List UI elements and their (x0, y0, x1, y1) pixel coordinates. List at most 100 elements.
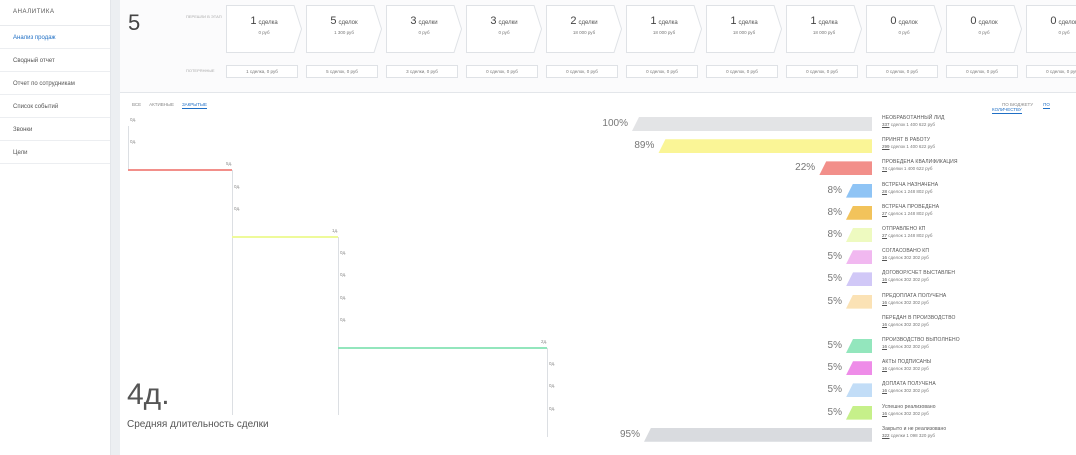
sidebar: АНАЛИТИКА Анализ продаж Сводный отчет Отче… (0, 0, 111, 455)
stage-duration: 0д. (340, 294, 347, 300)
funnel-percent: 5% (827, 384, 842, 396)
funnel-bar (632, 117, 872, 131)
stage-deals-info: 16 сделок 302 302 руб (882, 366, 982, 371)
funnel-stage-legend[interactable]: ВСТРЕЧА ПРОВЕДЕНА 27 сделок 1 248 802 руб (882, 204, 982, 216)
stage-deals-sum: сделок 302 302 руб (888, 277, 929, 283)
stage-deals-sum: сделок 302 302 руб (888, 366, 929, 372)
funnel-stage-legend[interactable]: ПРИНЯТ В РАБОТУ 299 сделок 1 400 622 руб (882, 137, 982, 149)
stage-deals-link[interactable]: 27 (882, 233, 887, 238)
stage-tick (338, 281, 339, 304)
stage-deals-link[interactable]: 16 (882, 322, 887, 327)
stage-deals-info: 16 сделок 302 302 руб (882, 277, 982, 282)
funnel-bar (846, 183, 872, 198)
stage-deals-info: 322 сделки 1 098 320 руб (882, 433, 982, 438)
sidebar-item[interactable]: Сводный отчет (0, 49, 110, 72)
stage-deals-info: 16 сделок 302 302 руб (882, 300, 982, 305)
stage-deals-sum: сделок 1 248 802 руб (888, 233, 933, 238)
funnel-bar (846, 250, 872, 265)
sidebar-item[interactable]: Список событий (0, 95, 110, 118)
funnel-stage-legend[interactable]: Успешно реализовано 16 сделок 302 302 руб (882, 404, 982, 416)
stage-deals-info: 16 сделок 302 302 руб (882, 255, 982, 260)
sidebar-item[interactable]: Цели (0, 141, 110, 164)
stage-name: ДОПЛАТА ПОЛУЧЕНА (882, 381, 936, 388)
funnel-chart: 0д. 100% НЕОБРАБОТАННЫЙ ЛИД 337 сделок 1 40… (120, 0, 1076, 455)
stage-tick (232, 192, 233, 215)
funnel-stage-legend[interactable]: ПРЕДОПЛАТА ПОЛУЧЕНА 16 сделок 302 302 руб (882, 293, 982, 305)
sidebar-item[interactable]: Звонки (0, 118, 110, 141)
avg-duration-label: Средняя длительность сделки (127, 419, 269, 430)
stage-duration: 5д. (226, 161, 233, 167)
stage-name: ПЕРЕДАН В ПРОИЗВОДСТВО (882, 314, 956, 321)
funnel-percent: 8% (827, 206, 842, 218)
stage-name: ВСТРЕЧА НАЗНАЧЕНА (882, 181, 939, 188)
funnel-stage-legend[interactable]: НЕОБРАБОТАННЫЙ ЛИД 337 сделок 1 400 622 р… (882, 115, 982, 127)
funnel-percent: 22% (795, 162, 816, 174)
stage-name: АКТЫ ПОДПИСАНЫ (882, 359, 932, 366)
stage-duration-line (338, 347, 547, 349)
stage-deals-sum: сделок 302 302 руб (888, 299, 929, 305)
stage-duration: 0д. (549, 361, 556, 367)
stage-tick (338, 303, 339, 326)
funnel-stage-legend[interactable]: АКТЫ ПОДПИСАНЫ 16 сделок 302 302 руб (882, 359, 982, 371)
funnel-stage-legend[interactable]: Закрыто и не реализовано 322 сделки 1 098… (882, 426, 982, 438)
funnel-stage-legend[interactable]: ПРОИЗВОДСТВО ВЫПОЛНЕНО 16 сделок 302 302 … (882, 337, 982, 349)
sidebar-item[interactable]: Анализ продаж (0, 26, 110, 49)
funnel-stage-legend[interactable]: ПРОВЕДЕНА КВАЛИФИКАЦИЯ 74 сделки 1 400 62… (882, 159, 982, 171)
stage-deals-info: 16 сделок 302 302 руб (882, 322, 982, 327)
stage-duration: 0д. (340, 316, 347, 322)
stage-deals-link[interactable]: 27 (882, 211, 887, 216)
stage-deals-sum: сделок 302 302 руб (888, 344, 929, 349)
stage-deals-sum: сделки 1 098 320 руб (890, 432, 935, 438)
stage-tick (128, 148, 129, 171)
funnel-percent: 95% (619, 428, 640, 440)
funnel-stage-legend[interactable]: ПЕРЕДАН В ПРОИЗВОДСТВО 16 сделок 302 302 … (882, 315, 982, 327)
stage-deals-link[interactable]: 16 (882, 277, 887, 282)
stage-duration: 0д. (234, 183, 241, 189)
stage-deals-link[interactable]: 322 (882, 433, 890, 438)
funnel-bar (846, 294, 872, 309)
stage-deals-info: 16 сделок 302 302 руб (882, 388, 982, 393)
stage-deals-link[interactable]: 16 (882, 344, 887, 349)
funnel-stage-legend[interactable]: ВСТРЕЧА НАЗНАЧЕНА 28 сделок 1 248 802 руб (882, 182, 982, 194)
funnel-stage-legend[interactable]: ОТПРАВЛЕНО КП 27 сделок 1 248 802 руб (882, 226, 982, 238)
stage-deals-link[interactable]: 337 (882, 122, 890, 127)
stage-deals-sum: сделок 302 302 руб (888, 255, 929, 261)
funnel-bar (846, 228, 872, 242)
stage-duration: 0д. (340, 272, 347, 278)
stage-duration: 1д. (332, 228, 339, 233)
stage-deals-info: 74 сделки 1 400 622 руб (882, 166, 982, 171)
stage-deals-sum: сделок 1 400 622 руб (890, 122, 936, 127)
stage-duration: 0д. (340, 250, 347, 256)
stage-deals-info: 28 сделок 1 248 802 руб (882, 189, 982, 194)
stage-deals-link[interactable]: 16 (882, 255, 887, 260)
funnel-bar (846, 205, 872, 220)
stage-tick (338, 325, 339, 348)
sidebar-item[interactable]: Отчет по сотрудникам (0, 72, 110, 95)
stage-name: СОГЛАСОВАНО КП (882, 248, 930, 255)
stage-duration-line (232, 236, 338, 238)
stage-deals-link[interactable]: 16 (882, 300, 887, 305)
stage-deals-link[interactable]: 16 (882, 366, 887, 371)
stage-deals-link[interactable]: 74 (882, 166, 887, 171)
stage-name: Закрыто и не реализовано (882, 425, 947, 432)
funnel-stage-legend[interactable]: ДОГОВОР/СЧЕТ ВЫСТАВЛЕН 16 сделок 302 302 … (882, 270, 982, 282)
funnel-percent: 5% (827, 362, 842, 374)
stage-duration: 2д. (541, 339, 548, 344)
funnel-stage-legend[interactable]: ДОПЛАТА ПОЛУЧЕНА 16 сделок 302 302 руб (882, 381, 982, 393)
stage-deals-link[interactable]: 16 (882, 411, 887, 416)
stage-deals-link[interactable]: 299 (882, 144, 890, 149)
stage-deals-info: 16 сделок 302 302 руб (882, 411, 982, 416)
stage-tick (547, 414, 548, 437)
stage-deals-link[interactable]: 16 (882, 388, 887, 393)
funnel-percent: 5% (827, 295, 842, 307)
stage-deals-sum: сделок 302 302 руб (888, 388, 929, 394)
stage-name: ПРОИЗВОДСТВО ВЫПОЛНЕНО (882, 337, 960, 343)
stage-deals-link[interactable]: 28 (882, 189, 887, 194)
avg-duration-value: 4д. (127, 378, 170, 411)
stage-name: Успешно реализовано (882, 403, 936, 410)
stage-deals-info: 27 сделок 1 248 802 руб (882, 233, 982, 238)
funnel-stage-legend[interactable]: СОГЛАСОВАНО КП 16 сделок 302 302 руб (882, 248, 982, 260)
stage-tick (547, 392, 548, 415)
sidebar-title: АНАЛИТИКА (0, 0, 110, 26)
stage-duration: 0д. (549, 405, 556, 411)
